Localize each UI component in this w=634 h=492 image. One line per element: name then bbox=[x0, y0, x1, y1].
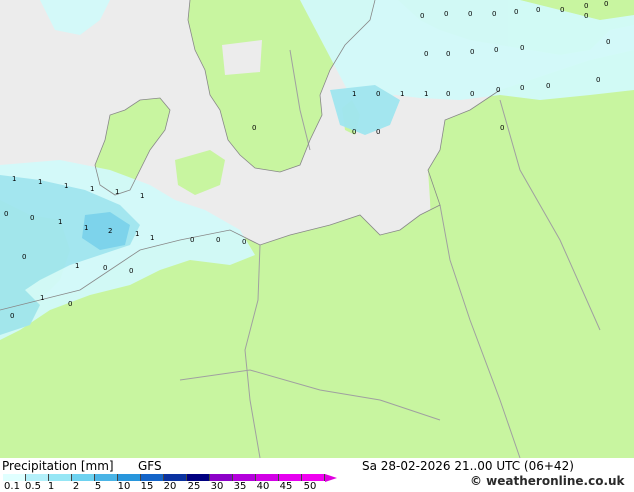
precip-value-label: 0 bbox=[376, 90, 380, 98]
legend-swatch bbox=[95, 474, 118, 481]
precip-value-label: 1 bbox=[58, 218, 62, 226]
datetime-label: Sa 28-02-2026 21..00 UTC (06+42) bbox=[362, 459, 574, 473]
precip-value-label: 1 bbox=[40, 294, 44, 302]
legend-swatch bbox=[3, 474, 26, 481]
legend-swatch bbox=[164, 474, 187, 481]
precip-value-label: 0 bbox=[420, 12, 424, 20]
credit-label[interactable]: © weatheronline.co.uk bbox=[470, 474, 625, 488]
map-title: Precipitation [mm] bbox=[2, 459, 114, 473]
precip-value-label: 0 bbox=[584, 12, 588, 20]
legend-label: 5 bbox=[94, 481, 102, 492]
precip-value-label: 0 bbox=[190, 236, 194, 244]
legend-label: 25 bbox=[187, 481, 201, 492]
precip-value-label: 0 bbox=[492, 10, 496, 18]
precip-value-label: 0 bbox=[446, 90, 450, 98]
legend-label: 20 bbox=[163, 481, 177, 492]
precip-value-label: 0 bbox=[494, 46, 498, 54]
legend-swatch bbox=[210, 474, 233, 481]
precip-value-label: 2 bbox=[108, 227, 112, 235]
precip-value-label: 0 bbox=[103, 264, 107, 272]
legend-label: 40 bbox=[256, 481, 270, 492]
legend-label: 50 bbox=[303, 481, 317, 492]
legend-label: 15 bbox=[140, 481, 154, 492]
legend-swatch bbox=[26, 474, 49, 481]
legend-label: 35 bbox=[233, 481, 247, 492]
precip-value-label: 0 bbox=[546, 82, 550, 90]
precip-value-label: 0 bbox=[468, 10, 472, 18]
precip-value-label: 0 bbox=[444, 10, 448, 18]
legend-swatch bbox=[256, 474, 279, 481]
precip-value-label: 0 bbox=[4, 210, 8, 218]
precip-value-label: 1 bbox=[90, 185, 94, 193]
legend-swatch bbox=[233, 474, 256, 481]
precip-value-label: 1 bbox=[115, 188, 119, 196]
precip-value-label: 0 bbox=[424, 50, 428, 58]
legend-swatch bbox=[49, 474, 72, 481]
precip-value-label: 0 bbox=[10, 312, 14, 320]
precipitation-map: 1 1 1 1 1 0 0 1 1 2 1 1 1 0 1 0 0 0 0 1 1 0 0 0 1 1 0 0 0 0 0 0 0 0 0 0 0 0 0 0… bbox=[0, 0, 634, 458]
precip-value-label: 0 bbox=[446, 50, 450, 58]
legend-swatch bbox=[118, 474, 141, 481]
precip-value-label: 0 bbox=[520, 84, 524, 92]
precip-value-label: 1 bbox=[75, 262, 79, 270]
precip-value-label: 0 bbox=[30, 214, 34, 222]
precip-value-label: 0 bbox=[242, 238, 246, 246]
legend-swatch bbox=[302, 474, 325, 481]
precip-value-label: 1 bbox=[400, 90, 404, 98]
legend-swatch bbox=[279, 474, 302, 481]
legend-swatch bbox=[72, 474, 95, 481]
precip-value-label: 0 bbox=[596, 76, 600, 84]
legend-label: 10 bbox=[117, 481, 131, 492]
legend-swatch bbox=[141, 474, 164, 481]
precip-value-label: 0 bbox=[22, 253, 26, 261]
model-name: GFS bbox=[138, 459, 162, 473]
precip-value-label: 0 bbox=[536, 6, 540, 14]
precip-value-label: 1 bbox=[352, 90, 356, 98]
precip-value-label: 0 bbox=[352, 128, 356, 136]
precip-value-label: 1 bbox=[84, 224, 88, 232]
precip-value-label: 1 bbox=[64, 182, 68, 190]
precip-value-label: 1 bbox=[150, 234, 154, 242]
legend-label: 0.5 bbox=[25, 481, 41, 492]
legend-label: 2 bbox=[72, 481, 80, 492]
precip-value-label: 0 bbox=[560, 6, 564, 14]
legend-label: 45 bbox=[279, 481, 293, 492]
lake bbox=[222, 40, 262, 75]
precip-value-label: 1 bbox=[135, 230, 139, 238]
precip-value-label: 0 bbox=[376, 128, 380, 136]
legend-arrow bbox=[325, 473, 337, 482]
precip-value-label: 0 bbox=[252, 124, 256, 132]
precip-value-label: 0 bbox=[129, 267, 133, 275]
precip-value-label: 0 bbox=[496, 86, 500, 94]
color-legend bbox=[3, 473, 337, 482]
precip-value-label: 0 bbox=[470, 90, 474, 98]
precip-value-label: 0 bbox=[584, 2, 588, 10]
legend-label: 30 bbox=[210, 481, 224, 492]
legend-label: 1 bbox=[47, 481, 55, 492]
precip-value-label: 1 bbox=[12, 175, 16, 183]
precip-value-label: 0 bbox=[520, 44, 524, 52]
legend-swatch bbox=[187, 474, 210, 481]
precip-value-label: 0 bbox=[470, 48, 474, 56]
precip-value-label: 1 bbox=[140, 192, 144, 200]
precip-value-label: 0 bbox=[500, 124, 504, 132]
precip-value-label: 0 bbox=[68, 300, 72, 308]
precip-value-label: 1 bbox=[424, 90, 428, 98]
legend-label: 0.1 bbox=[4, 481, 20, 492]
precip-value-label: 0 bbox=[604, 0, 608, 8]
precip-value-label: 0 bbox=[606, 38, 610, 46]
precip-value-label: 0 bbox=[514, 8, 518, 16]
precip-value-label: 1 bbox=[38, 178, 42, 186]
precip-value-label: 0 bbox=[216, 236, 220, 244]
